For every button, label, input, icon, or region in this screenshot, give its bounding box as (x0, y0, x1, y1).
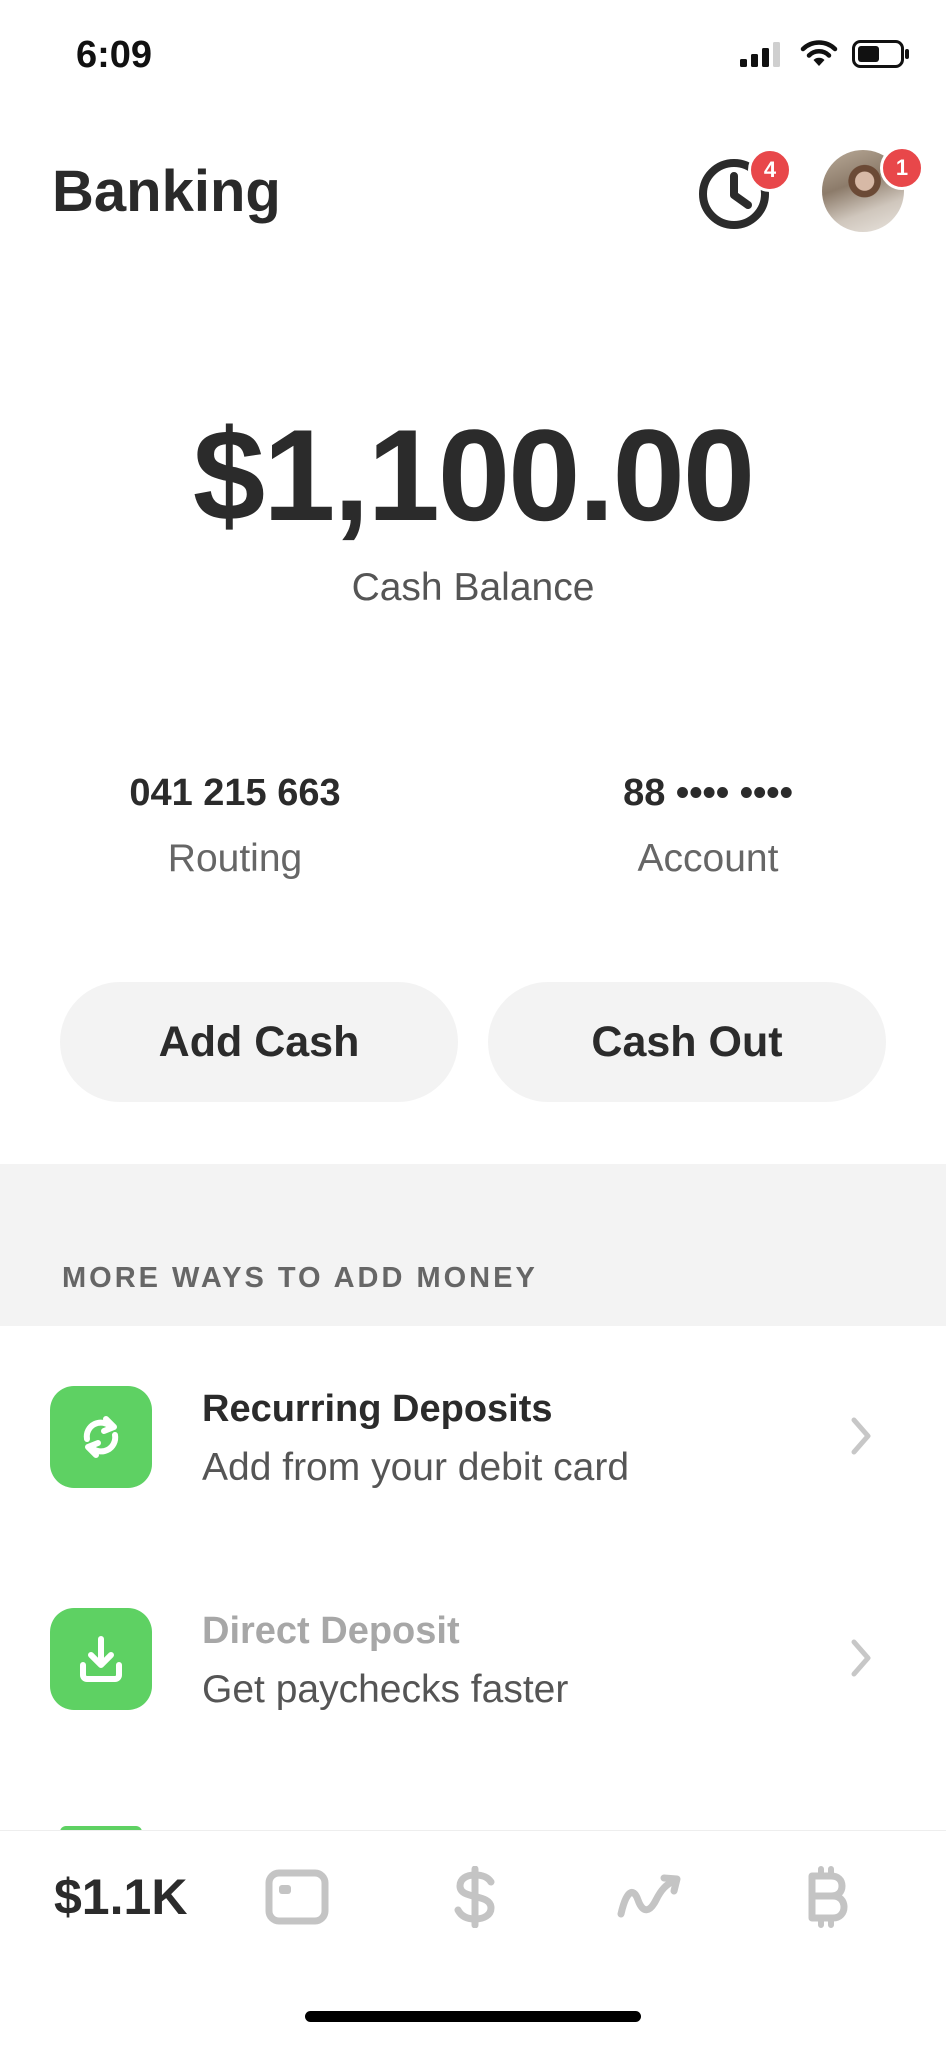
status-time: 6:09 (76, 34, 153, 76)
tab-cash[interactable] (440, 1862, 510, 1932)
profile-button[interactable]: 1 (822, 146, 924, 234)
battery-icon (852, 40, 909, 68)
account-label: Account (637, 837, 779, 880)
card-icon (265, 1869, 329, 1925)
cash-balance-label: Cash Balance (351, 566, 595, 609)
tab-balance[interactable]: $1.1K (54, 1862, 187, 1932)
tab-card[interactable] (262, 1862, 332, 1932)
bitcoin-icon (808, 1866, 848, 1928)
wifi-icon (800, 40, 838, 66)
account-info[interactable]: 88 •••• •••• Account (518, 772, 898, 881)
recurring-icon (50, 1386, 152, 1488)
cash-balance-amount: $1,100.00 (192, 402, 755, 548)
activity-badge: 4 (748, 148, 792, 192)
account-number: 88 •••• •••• (623, 772, 793, 814)
activity-button[interactable]: 4 (696, 148, 792, 232)
download-icon (50, 1608, 152, 1710)
list-item-title: Recurring Deposits (202, 1388, 553, 1430)
list-item-direct-deposit[interactable]: Direct Deposit Get paychecks faster (0, 1552, 946, 1762)
routing-label: Routing (167, 837, 303, 880)
list-item-subtitle: Add from your debit card (202, 1446, 630, 1489)
home-indicator[interactable] (305, 2011, 641, 2022)
dollar-icon (454, 1866, 495, 1928)
investing-icon (617, 1874, 681, 1918)
routing-number: 041 215 663 (129, 772, 341, 814)
routing-info[interactable]: 041 215 663 Routing (45, 772, 425, 881)
list-item-title: Direct Deposit (202, 1610, 460, 1652)
signal-icon (740, 42, 780, 67)
list-item-subtitle: Get paychecks faster (202, 1668, 569, 1711)
chevron-right-icon (851, 1417, 871, 1455)
add-cash-button[interactable]: Add Cash (60, 982, 458, 1102)
profile-badge: 1 (880, 146, 924, 190)
status-icons (740, 40, 910, 68)
list-item-recurring-deposits[interactable]: Recurring Deposits Add from your debit c… (0, 1330, 946, 1540)
chevron-right-icon (851, 1639, 871, 1677)
tab-investing[interactable] (614, 1862, 684, 1932)
section-title: MORE WAYS TO ADD MONEY (62, 1262, 538, 1294)
tab-bitcoin[interactable] (792, 1862, 862, 1932)
cash-out-button[interactable]: Cash Out (488, 982, 886, 1102)
section-header-band (0, 1164, 946, 1326)
page-title: Banking (52, 159, 281, 224)
